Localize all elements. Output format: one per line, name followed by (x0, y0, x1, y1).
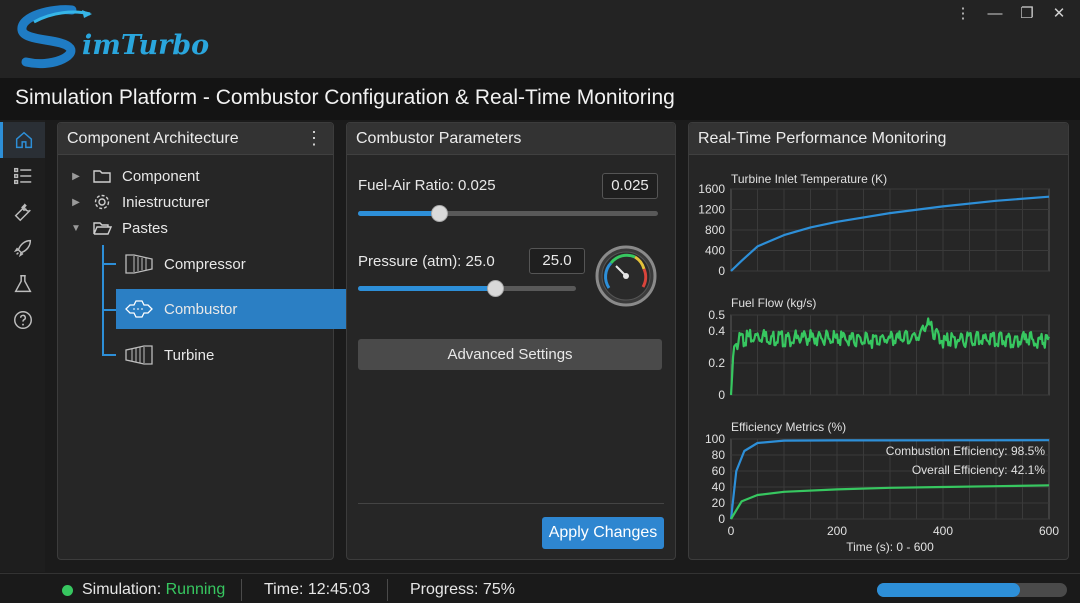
y-tick-label: 1600 (698, 182, 725, 196)
tree-item-compressor[interactable]: Compressor (124, 244, 246, 284)
fuel-air-ratio-input[interactable]: 0.025 (602, 173, 658, 199)
y-tick-label: 0 (718, 388, 725, 402)
slider-thumb[interactable] (431, 205, 448, 222)
advanced-settings-button[interactable]: Advanced Settings (358, 339, 662, 370)
panel-title: Component Architecture (67, 130, 239, 147)
home-icon[interactable] (0, 122, 45, 158)
y-tick-label: 0.5 (708, 308, 725, 322)
folder-open-icon (93, 222, 112, 235)
slider-fill (358, 286, 496, 291)
fuel-air-ratio-slider[interactable] (358, 205, 658, 222)
y-tick-label: 60 (712, 464, 726, 478)
panel-title: Real-Time Performance Monitoring (698, 130, 947, 147)
combustor-icon (125, 300, 153, 318)
x-tick-label: 0 (728, 524, 735, 538)
running-status: Running (165, 581, 226, 598)
x-tick-label: 400 (933, 524, 953, 538)
tree-item-pastes[interactable]: ▼ Pastes (70, 215, 168, 241)
more-vert-icon[interactable]: ⋮ (305, 128, 323, 149)
chevron-right-icon[interactable]: ▶ (70, 171, 82, 182)
pressure-input[interactable]: 25.0 (529, 248, 585, 274)
status-dot (62, 585, 73, 596)
divider (358, 503, 664, 504)
wrench-icon[interactable] (0, 194, 45, 230)
chevron-down-icon[interactable]: ▼ (70, 223, 82, 234)
slider-thumb[interactable] (487, 280, 505, 297)
restore-icon[interactable]: ❐ (1014, 4, 1040, 24)
list-icon[interactable] (0, 158, 45, 194)
combustor-parameters-panel: Combustor Parameters Fuel-Air Ratio: 0.0… (346, 122, 676, 560)
apply-changes-button[interactable]: Apply Changes (542, 517, 664, 549)
fuel-air-ratio-label: Fuel-Air Ratio: 0.025 (358, 177, 496, 194)
pressure-label: Pressure (atm): 25.0 (358, 253, 495, 270)
tree-item-turbine[interactable]: Turbine (124, 335, 214, 375)
nav-rail (0, 120, 45, 572)
help-icon[interactable] (0, 302, 45, 338)
more-vert-icon[interactable]: ⋮ (950, 4, 976, 24)
turbine-icon (125, 345, 153, 365)
chart-title: Fuel Flow (kg/s) (731, 296, 816, 310)
legend-overall: Overall Efficiency: 42.1% (912, 463, 1046, 477)
y-tick-label: 0.2 (708, 356, 725, 370)
y-tick-label: 0.4 (708, 324, 725, 338)
y-tick-label: 40 (712, 480, 726, 494)
page-title: Simulation Platform - Combustor Configur… (15, 86, 675, 109)
flask-icon[interactable] (0, 266, 45, 302)
monitoring-charts: Turbine Inlet Temperature (K)16001200800… (698, 172, 1059, 554)
y-tick-label: 800 (705, 223, 725, 237)
legend-combustion: Combustion Efficiency: 98.5% (886, 444, 1046, 458)
chart-title: Efficiency Metrics (%) (731, 420, 846, 434)
performance-monitoring-panel: Real-Time Performance Monitoring Turbine… (688, 122, 1069, 560)
y-tick-label: 80 (712, 448, 726, 462)
chart-title: Turbine Inlet Temperature (K) (731, 172, 887, 186)
folder-icon (93, 170, 111, 183)
x-tick-label: 200 (827, 524, 847, 538)
progress-bar (877, 583, 1067, 597)
tree-item-infrastructure[interactable]: ▶ Iniestructurer (70, 189, 209, 215)
chevron-right-icon[interactable]: ▶ (70, 197, 82, 208)
page-header: Simulation Platform - Combustor Configur… (0, 78, 1080, 120)
progress-fill (877, 583, 1020, 597)
y-tick-label: 20 (712, 496, 726, 510)
panel-title: Combustor Parameters (356, 130, 522, 147)
y-tick-label: 400 (705, 244, 725, 258)
slider-fill (358, 211, 439, 216)
compressor-icon (125, 254, 153, 274)
y-tick-label: 100 (705, 432, 725, 446)
y-tick-label: 0 (718, 512, 725, 526)
tree-item-component[interactable]: ▶ Component (70, 163, 199, 189)
x-tick-label: 600 (1039, 524, 1059, 538)
pressure-gauge-icon (595, 245, 657, 307)
close-icon[interactable]: ✕ (1046, 4, 1072, 24)
y-tick-label: 1200 (698, 203, 725, 217)
title-bar: imTurbo ⋮ — ❐ ✕ (0, 0, 1080, 78)
minimize-icon[interactable]: — (982, 4, 1008, 24)
simulation-status: Simulation: Running (82, 581, 226, 598)
simulation-time: Time: 12:45:03 (264, 581, 371, 598)
rocket-icon[interactable] (0, 230, 45, 266)
gear-icon (94, 194, 110, 210)
pressure-slider[interactable] (358, 280, 576, 297)
logo-text: imTurbo (82, 30, 210, 61)
progress-label: Progress: 75% (410, 581, 515, 598)
status-bar: Simulation: Running Time: 12:45:03 Progr… (0, 573, 1080, 603)
x-axis-label: Time (s): 0 - 600 (846, 540, 934, 554)
component-architecture-panel: Component Architecture ⋮ ▶ Component ▶ I… (57, 122, 392, 560)
y-tick-label: 0 (718, 264, 725, 278)
